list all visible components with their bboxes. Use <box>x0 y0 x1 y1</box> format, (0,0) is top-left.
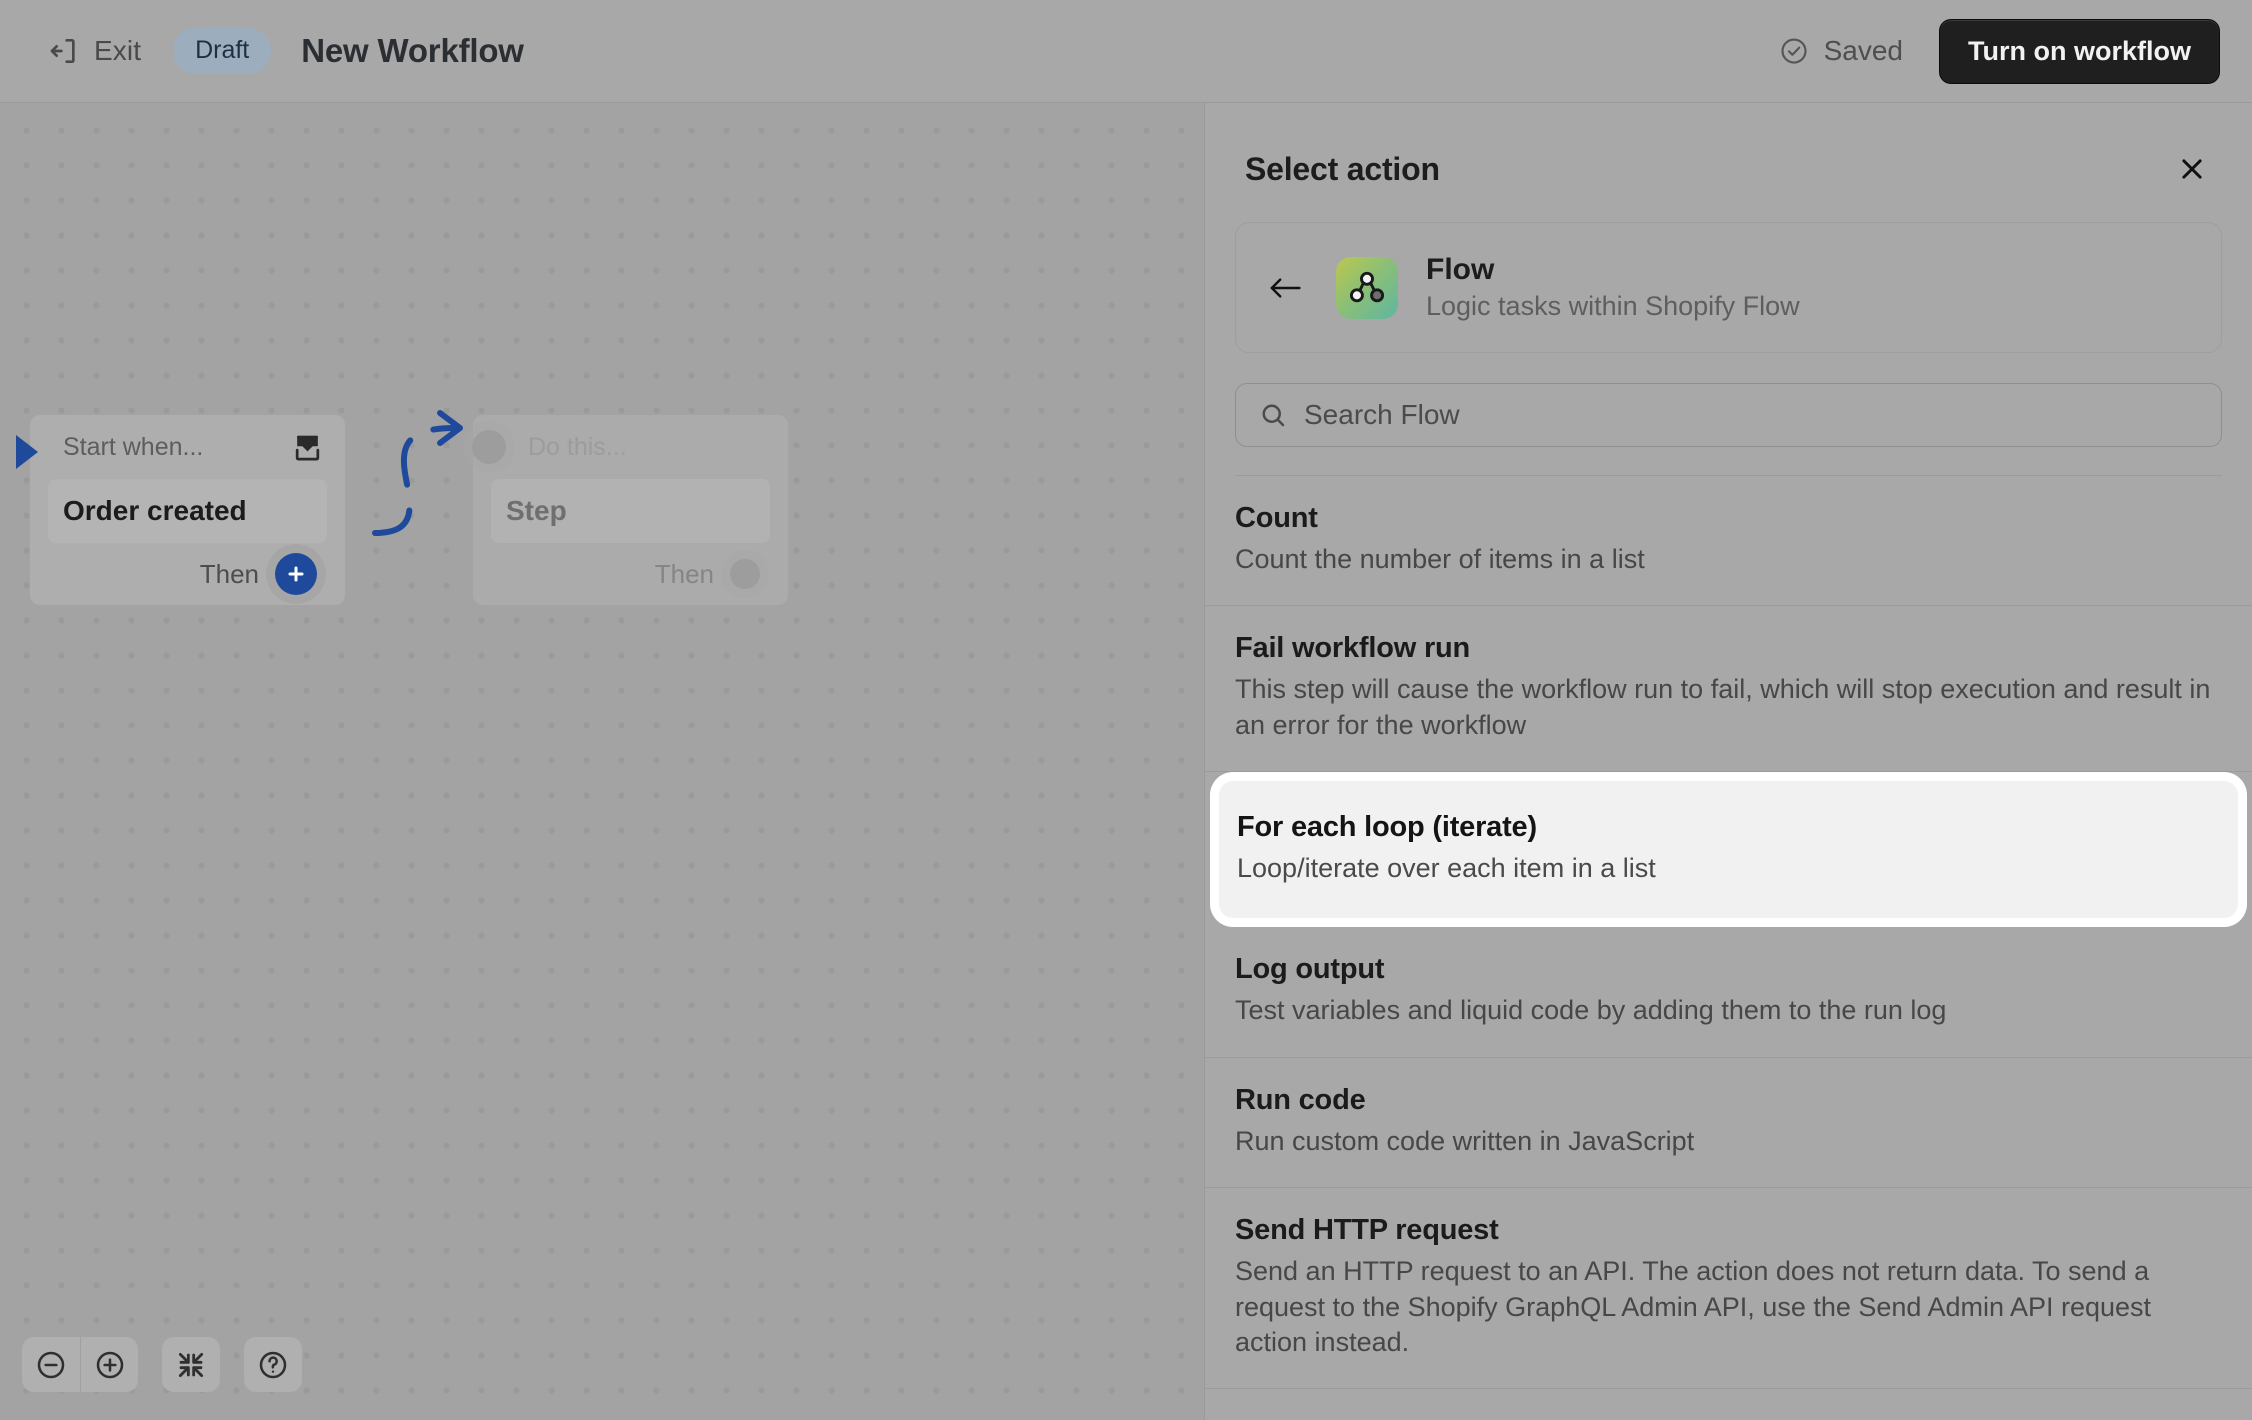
page-title: New Workflow <box>301 32 524 69</box>
selected-category-card[interactable]: Flow Logic tasks within Shopify Flow <box>1235 222 2222 353</box>
category-text: Flow Logic tasks within Shopify Flow <box>1426 253 1800 322</box>
action-title: Send HTTP request <box>1235 1214 1499 1247</box>
step-title: Step <box>506 495 567 526</box>
step-node[interactable]: Do this... Step Then <box>472 415 788 605</box>
trigger-header-label: Start when... <box>63 432 204 461</box>
import-icon[interactable] <box>292 432 323 463</box>
trigger-node-body: Order created <box>48 479 327 543</box>
trigger-node-header: Start when... <box>30 415 345 479</box>
turn-on-workflow-button[interactable]: Turn on workflow <box>1939 18 2220 84</box>
exit-icon <box>48 35 80 67</box>
flow-icon <box>1336 256 1398 319</box>
action-description: Count the number of items in a list <box>1235 544 1645 574</box>
search-box[interactable] <box>1235 383 2222 447</box>
category-description: Logic tasks within Shopify Flow <box>1426 291 1800 321</box>
action-title: Log output <box>1235 953 1385 986</box>
action-list: Count Count the number of items in a list… <box>1205 476 2252 1390</box>
panel-title: Select action <box>1245 150 1440 187</box>
action-list-item[interactable]: Fail workflow run This step will cause th… <box>1205 606 2252 773</box>
exit-button[interactable]: Exit <box>38 27 151 75</box>
top-bar-right: Saved Turn on workflow <box>1779 18 2220 84</box>
action-description: This step will cause the workflow run to… <box>1235 674 2211 740</box>
action-list-item[interactable]: Run code Run custom code written in JavaS… <box>1205 1058 2252 1189</box>
trigger-node[interactable]: Start when... Order created Then <box>16 415 345 605</box>
step-input-dot <box>472 430 506 464</box>
zoom-in-button[interactable] <box>80 1337 138 1392</box>
action-title: Run code <box>1235 1083 1366 1116</box>
add-step-button[interactable] <box>275 553 317 595</box>
step-node-footer: Then <box>473 543 788 605</box>
workflow-editor: Exit Draft New Workflow Saved Turn on wo… <box>0 0 2252 1420</box>
step-node-body: Step <box>491 479 770 543</box>
action-list-item[interactable]: Send HTTP request Send an HTTP request to… <box>1205 1188 2252 1390</box>
action-title: Count <box>1235 502 1318 534</box>
action-title: For each loop (iterate) <box>1237 811 1537 844</box>
action-description: Run custom code written in JavaScript <box>1235 1125 1695 1156</box>
canvas-controls <box>22 1337 302 1392</box>
help-button[interactable] <box>244 1337 302 1392</box>
action-description: Loop/iterate over each item in a list <box>1237 853 1656 884</box>
action-title: Fail workflow run <box>1235 632 1471 665</box>
action-list-item[interactable]: Count Count the number of items in a list <box>1205 476 2252 607</box>
zoom-out-button[interactable] <box>22 1337 80 1392</box>
saved-label: Saved <box>1823 35 1904 66</box>
saved-status: Saved <box>1779 35 1903 67</box>
help-group <box>244 1337 302 1392</box>
search-section <box>1235 383 2222 476</box>
step-header-label: Do this... <box>528 432 627 461</box>
top-bar: Exit Draft New Workflow Saved Turn on wo… <box>0 0 2252 103</box>
arrow-left-icon <box>1267 273 1303 303</box>
zoom-in-icon <box>94 1349 126 1381</box>
category-title: Flow <box>1426 253 1495 286</box>
back-button[interactable] <box>1262 265 1308 311</box>
search-input[interactable] <box>1304 399 2199 431</box>
workflow-canvas[interactable]: Start when... Order created Then Do this… <box>0 103 1204 1420</box>
connector-line <box>372 410 463 536</box>
action-list-item[interactable]: For each loop (iterate) Loop/iterate over… <box>1219 781 2238 919</box>
help-icon <box>257 1349 289 1381</box>
trigger-title: Order created <box>63 495 247 526</box>
fit-to-screen-button[interactable] <box>162 1337 220 1392</box>
exit-label: Exit <box>94 35 142 66</box>
panel-header: Select action <box>1205 103 2252 195</box>
zoom-out-icon <box>35 1349 67 1381</box>
step-output-dot <box>730 559 760 589</box>
action-list-item[interactable]: Log output Test variables and liquid code… <box>1205 927 2252 1058</box>
trigger-node-footer: Then <box>30 543 345 605</box>
zoom-control-group <box>22 1337 138 1392</box>
collapse-icon <box>175 1349 207 1381</box>
top-bar-left: Exit Draft New Workflow <box>38 27 524 75</box>
action-description: Send an HTTP request to an API. The acti… <box>1235 1256 2152 1357</box>
status-badge: Draft <box>173 28 272 74</box>
search-icon <box>1258 400 1288 430</box>
select-action-panel: Select action Flow Logic tasks within Sh… <box>1204 103 2252 1420</box>
trigger-footer-label: Then <box>199 558 259 589</box>
step-footer-label: Then <box>654 558 714 589</box>
check-circle-icon <box>1779 36 1809 66</box>
trigger-play-icon <box>16 435 38 469</box>
step-node-header: Do this... <box>472 415 788 479</box>
close-icon <box>2177 154 2207 184</box>
action-description: Test variables and liquid code by adding… <box>1235 995 1947 1026</box>
fit-screen-group <box>162 1337 220 1392</box>
close-panel-button[interactable] <box>2170 147 2214 191</box>
